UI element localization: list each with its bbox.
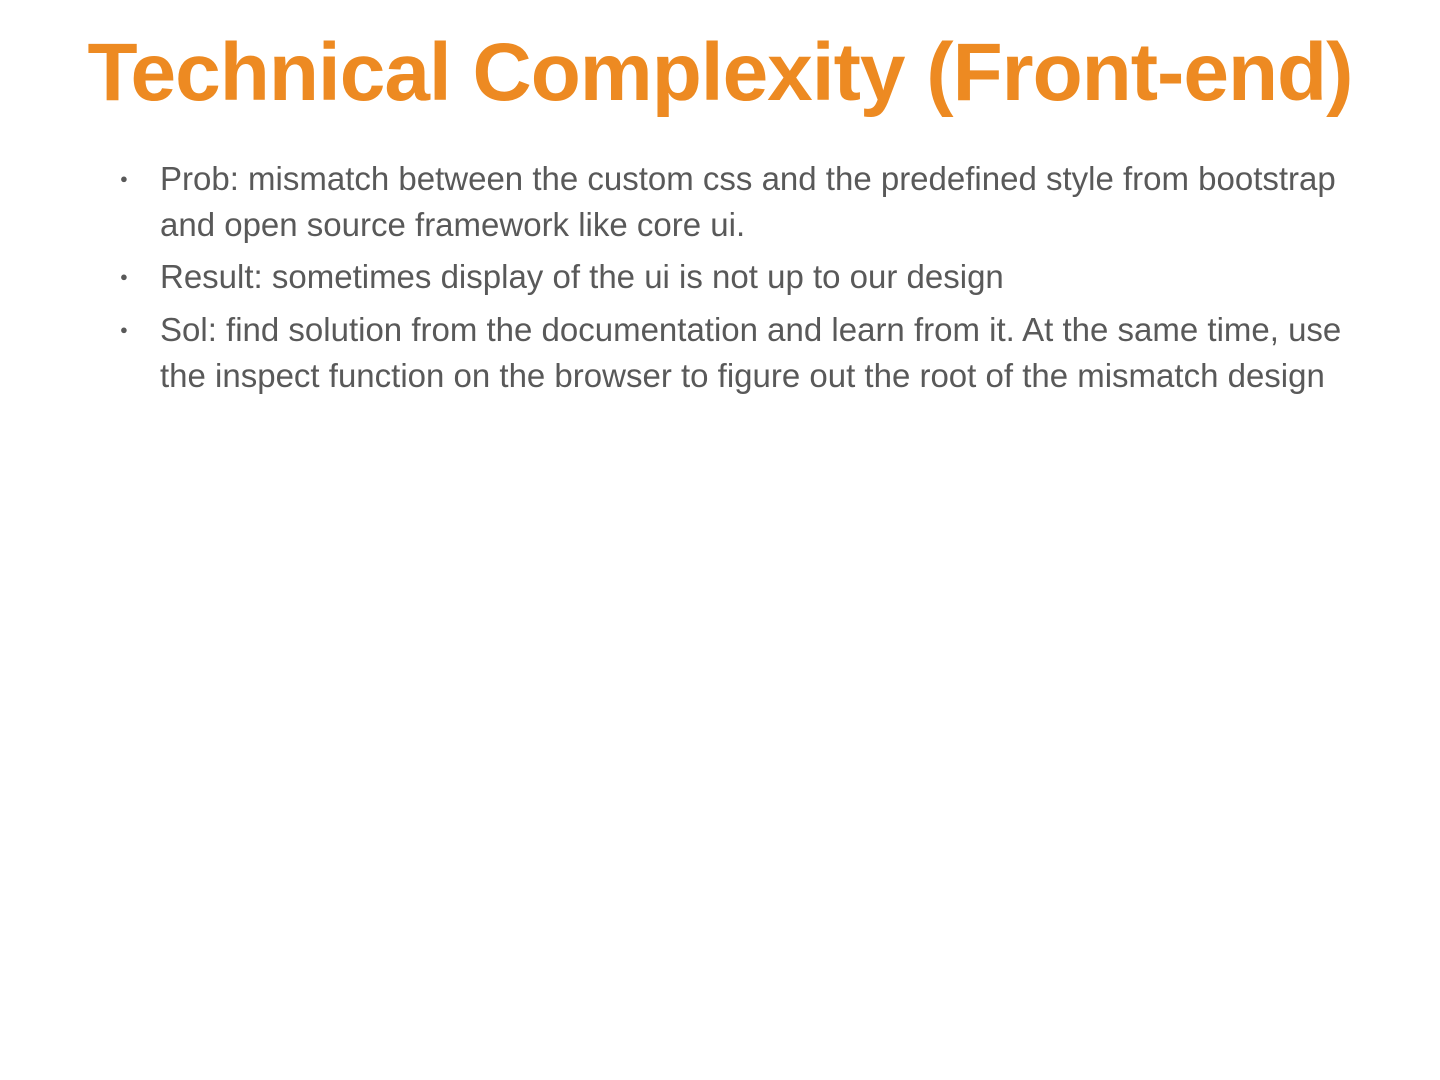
bullet-list: Prob: mismatch between the custom css an… [70, 156, 1370, 399]
list-item: Prob: mismatch between the custom css an… [120, 156, 1370, 248]
slide-title: Technical Complexity (Front-end) [70, 30, 1370, 116]
list-item: Result: sometimes display of the ui is n… [120, 254, 1370, 300]
slide: Technical Complexity (Front-end) Prob: m… [0, 0, 1440, 1080]
list-item: Sol: find solution from the documentatio… [120, 307, 1370, 399]
